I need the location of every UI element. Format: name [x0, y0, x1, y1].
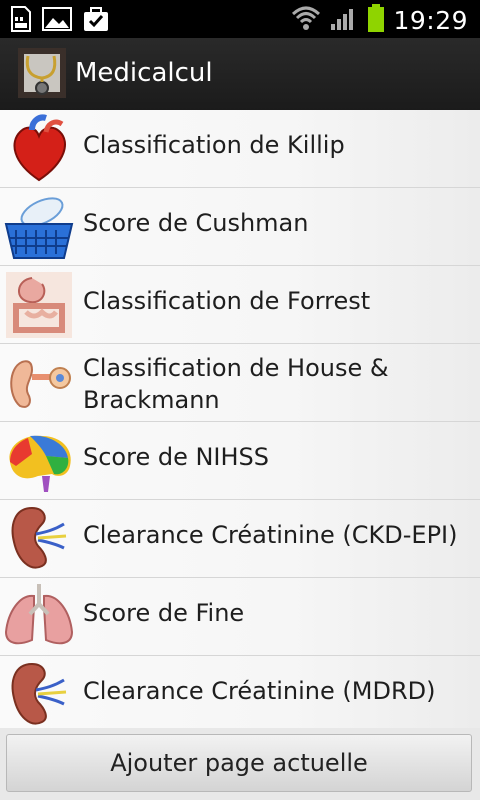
list-item-nihss[interactable]: Score de NIHSS: [0, 422, 480, 500]
image-icon: [42, 5, 72, 37]
list-item-cushman[interactable]: Score de Cushman: [0, 188, 480, 266]
list-item-label: Classification de Killip: [83, 131, 345, 159]
list-item-label: Classification de Forrest: [83, 287, 371, 315]
sd-card-icon: [10, 5, 32, 37]
briefcase-check-icon: [82, 5, 110, 37]
notification-icons: [10, 5, 110, 37]
list-item-label: Clearance Créatinine (MDRD): [83, 677, 436, 705]
list-item-fine[interactable]: Score de Fine: [0, 578, 480, 656]
calculator-list: Classification de Killip Score de Cushma…: [0, 110, 480, 728]
kidney-icon: [2, 660, 76, 728]
status-bar: 19:29: [0, 0, 480, 38]
kidney-icon: [2, 504, 76, 574]
lungs-icon: [2, 582, 76, 652]
list-item-ckd-epi[interactable]: Clearance Créatinine (CKD-EPI): [0, 500, 480, 578]
add-current-page-button[interactable]: Ajouter page actuelle: [6, 734, 472, 792]
stethoscope-app-icon[interactable]: [18, 48, 66, 98]
ear-icon: [2, 348, 76, 418]
footer-bar: Ajouter page actuelle: [0, 728, 480, 800]
wifi-icon: [291, 4, 321, 36]
battery-icon: [367, 3, 385, 37]
list-item-label: Score de NIHSS: [83, 443, 270, 471]
app-title: Medicalcul: [75, 58, 213, 88]
action-bar: Medicalcul: [0, 38, 480, 112]
digestive-system-icon: [2, 270, 76, 340]
list-item-label: Score de Cushman: [83, 209, 309, 237]
list-item-label: Clearance Créatinine (CKD-EPI): [83, 521, 458, 549]
list-item-forrest[interactable]: Classification de Forrest: [0, 266, 480, 344]
brain-icon: [2, 426, 76, 496]
signal-icon: [329, 4, 359, 36]
list-item-label: Score de Fine: [83, 599, 245, 627]
list-item-mdrd[interactable]: Clearance Créatinine (MDRD): [0, 656, 480, 728]
heart-icon: [2, 114, 76, 184]
list-item-killip[interactable]: Classification de Killip: [0, 110, 480, 188]
clock: 19:29: [393, 5, 468, 35]
system-icons: 19:29: [291, 3, 468, 37]
pill-basket-icon: [2, 192, 76, 262]
list-item-label: Classification de House & Brackmann: [83, 354, 389, 414]
list-item-house-brackmann[interactable]: Classification de House & Brackmann: [0, 344, 480, 422]
